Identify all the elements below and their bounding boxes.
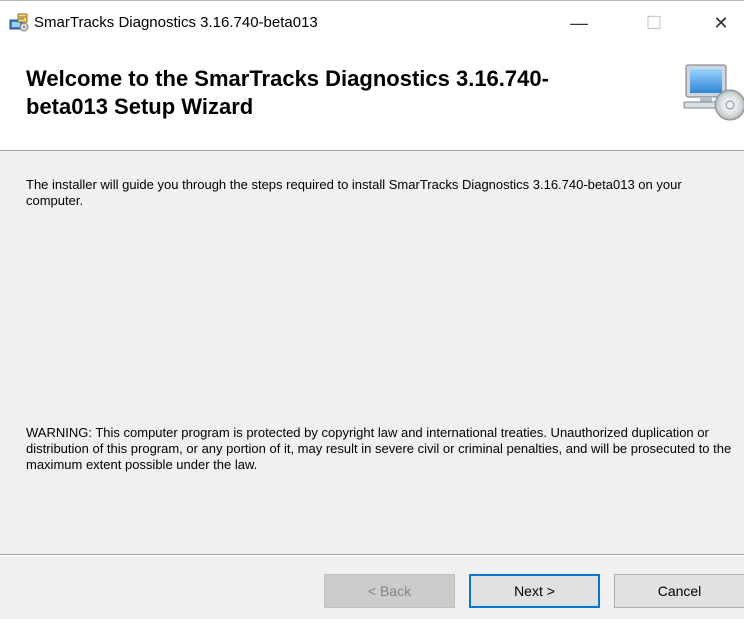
minimize-icon: — [570, 12, 588, 33]
cancel-button[interactable]: Cancel [614, 574, 744, 608]
wizard-header: Welcome to the SmarTracks Diagnostics 3.… [0, 44, 744, 151]
installer-app-icon[interactable] [9, 12, 29, 32]
footer-divider [0, 554, 744, 556]
title-bar[interactable]: SmarTracks Diagnostics 3.16.740-beta013 … [0, 0, 744, 44]
copyright-warning-text: WARNING: This computer program is protec… [26, 425, 732, 472]
intro-text: The installer will guide you through the… [26, 177, 682, 208]
computer-cd-icon [678, 61, 744, 121]
maximize-button[interactable]: ☐ [631, 1, 677, 45]
maximize-icon: ☐ [645, 12, 663, 33]
back-button[interactable]: < Back [324, 574, 455, 608]
next-button[interactable]: Next > [469, 574, 600, 608]
close-icon: ✕ [713, 12, 729, 33]
window-title: SmarTracks Diagnostics 3.16.740-beta013 [34, 14, 318, 31]
minimize-button[interactable]: — [556, 1, 602, 45]
close-button[interactable]: ✕ [698, 1, 744, 45]
page-title: Welcome to the SmarTracks Diagnostics 3.… [26, 66, 549, 119]
